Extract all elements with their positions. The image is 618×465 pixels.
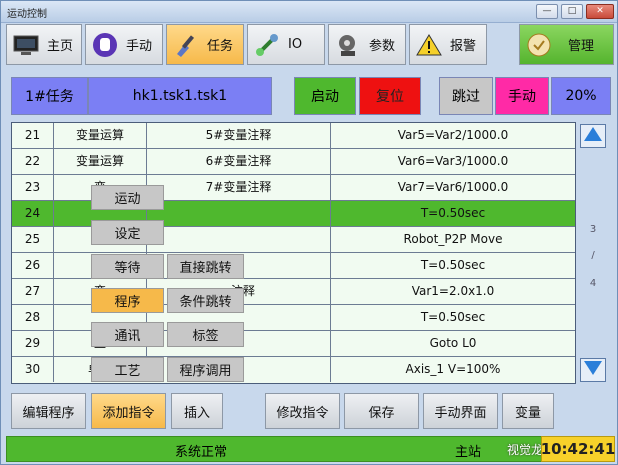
close-button[interactable]: ✕ [586, 4, 614, 19]
popup-item-comm[interactable]: 通讯 [91, 322, 164, 347]
task-number: 1#任务 [11, 77, 88, 115]
menu-params-button[interactable]: 参数 [328, 24, 406, 65]
modify-instruction-button[interactable]: 修改指令 [265, 393, 340, 429]
popup-item-wait[interactable]: 等待 [91, 254, 164, 279]
row-number: 25 [12, 227, 54, 252]
station-label: 主站 [455, 445, 482, 460]
monitor-icon [11, 30, 41, 60]
mode-button[interactable]: 手动 [495, 77, 549, 115]
submenu-item-direct-jump[interactable]: 直接跳转 [167, 254, 244, 279]
row-parameter: Var5=Var2/1000.0 [397, 128, 509, 142]
table-scrollbar: 3 / 4 [578, 122, 608, 384]
row-parameter: Var1=2.0x1.0 [411, 284, 495, 298]
row-number: 26 [12, 253, 54, 278]
save-button[interactable]: 保存 [344, 393, 419, 429]
row-comment: 5#变量注释 [147, 123, 331, 148]
menu-home-label: 主页 [47, 39, 74, 54]
minimize-button[interactable]: — [536, 4, 558, 19]
row-parameter: Robot_P2P Move [403, 232, 503, 246]
menu-manual-label: 手动 [126, 39, 153, 54]
maximize-button[interactable]: □ [561, 4, 583, 19]
popup-item-settings[interactable]: 设定 [91, 220, 164, 245]
clock-display: 10:42:41 [541, 436, 615, 462]
row-number: 24 [12, 201, 54, 226]
table-row[interactable]: 22 变量运算 6#变量注释 Var6=Var3/1000.0 [12, 149, 575, 175]
menu-params-label: 参数 [369, 39, 396, 54]
row-number: 22 [12, 149, 54, 174]
menu-admin-label: 管理 [568, 39, 595, 54]
row-number: 21 [12, 123, 54, 148]
row-parameter: Goto L0 [429, 336, 477, 350]
edit-program-button[interactable]: 编辑程序 [11, 393, 86, 429]
popup-item-process[interactable]: 工艺 [91, 357, 164, 382]
row-number: 28 [12, 305, 54, 330]
main-window: 运动控制 — □ ✕ 主页 手动 任务 IO 参数 报警 管理 1#任务 hk1… [0, 0, 618, 465]
speed-display: 20% [551, 77, 611, 115]
menu-io-button[interactable]: IO [247, 24, 325, 65]
row-parameter: T=0.50sec [420, 310, 486, 324]
skip-button[interactable]: 跳过 [439, 77, 493, 115]
hand-icon [90, 30, 120, 60]
row-parameter: Var6=Var3/1000.0 [397, 154, 509, 168]
add-instruction-button[interactable]: 添加指令 [91, 393, 166, 429]
title-bar: 运动控制 — □ ✕ [1, 1, 617, 23]
row-parameter: T=0.50sec [420, 206, 486, 220]
menu-manual-button[interactable]: 手动 [85, 24, 163, 65]
row-parameter: Var7=Var6/1000.0 [397, 180, 509, 194]
manual-screen-button[interactable]: 手动界面 [423, 393, 498, 429]
row-number: 29 [12, 331, 54, 356]
submenu-item-program-call[interactable]: 程序调用 [167, 357, 244, 382]
menu-home-button[interactable]: 主页 [6, 24, 82, 65]
admin-badge-icon [524, 30, 554, 60]
window-title: 运动控制 [7, 9, 47, 20]
scroll-up-button[interactable] [580, 124, 606, 148]
row-command: 变量运算 [54, 123, 147, 148]
row-comment [147, 201, 331, 226]
popup-item-program[interactable]: 程序 [91, 288, 164, 313]
variables-button[interactable]: 变量 [502, 393, 554, 429]
arrow-up-icon [583, 126, 603, 146]
warning-icon [414, 30, 444, 60]
menu-task-button[interactable]: 任务 [166, 24, 244, 65]
broom-icon [171, 30, 201, 60]
status-bar: 系统正常 主站 视觉龙科技 [6, 436, 614, 462]
menu-alarm-label: 报警 [450, 39, 477, 54]
menu-task-label: 任务 [207, 39, 234, 54]
reset-button[interactable]: 复位 [359, 77, 421, 115]
page-total: 4 [589, 278, 597, 289]
menu-io-label: IO [288, 37, 303, 52]
menu-alarm-button[interactable]: 报警 [409, 24, 487, 65]
insert-button[interactable]: 插入 [171, 393, 223, 429]
row-number: 23 [12, 175, 54, 200]
task-name: hk1.tsk1.tsk1 [88, 77, 272, 115]
scroll-down-button[interactable] [580, 358, 606, 382]
start-button[interactable]: 启动 [294, 77, 356, 115]
row-number: 30 [12, 357, 54, 382]
page-separator: / [591, 250, 595, 261]
arrow-down-icon [583, 360, 603, 380]
submenu-item-label[interactable]: 标签 [167, 322, 244, 347]
io-plug-icon [252, 30, 282, 60]
main-menu-bar: 主页 手动 任务 IO 参数 报警 管理 [6, 24, 614, 67]
row-comment: 6#变量注释 [147, 149, 331, 174]
row-number: 27 [12, 279, 54, 304]
row-parameter: Axis_1 V=100% [405, 362, 501, 376]
submenu-item-conditional-jump[interactable]: 条件跳转 [167, 288, 244, 313]
row-comment: 7#变量注释 [147, 175, 331, 200]
gear-person-icon [333, 30, 363, 60]
row-command: 变量运算 [54, 149, 147, 174]
table-row[interactable]: 21 变量运算 5#变量注释 Var5=Var2/1000.0 [12, 123, 575, 149]
system-status: 系统正常 [175, 445, 228, 460]
popup-item-motion[interactable]: 运动 [91, 185, 164, 210]
menu-admin-button[interactable]: 管理 [519, 24, 614, 65]
row-parameter: T=0.50sec [420, 258, 486, 272]
page-current: 3 [589, 224, 597, 235]
row-comment [147, 227, 331, 252]
